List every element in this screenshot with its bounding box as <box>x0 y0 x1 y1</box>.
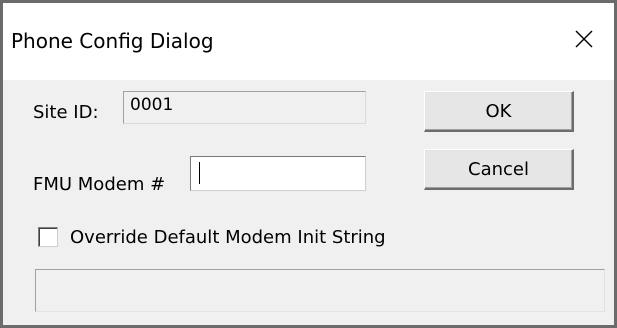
text-caret <box>199 162 200 184</box>
close-icon <box>575 30 593 48</box>
override-checkbox-label[interactable]: Override Default Modem Init String <box>70 227 386 248</box>
cancel-button-label: Cancel <box>468 158 529 180</box>
override-checkbox[interactable] <box>38 227 58 247</box>
ok-button-label: OK <box>485 100 512 122</box>
init-string-field <box>35 269 605 312</box>
ok-button[interactable]: OK <box>424 91 574 132</box>
dialog-body: Site ID: 0001 FMU Modem # OK Cancel Over… <box>3 80 614 325</box>
site-id-label: Site ID: <box>33 102 99 123</box>
site-id-value: 0001 <box>130 95 174 115</box>
title-bar: Phone Config Dialog <box>3 3 614 80</box>
cancel-button[interactable]: Cancel <box>424 149 574 190</box>
close-button[interactable] <box>562 17 606 61</box>
site-id-field: 0001 <box>123 91 366 124</box>
phone-config-dialog: Phone Config Dialog Site ID: 0001 FMU Mo… <box>0 0 617 328</box>
dialog-title: Phone Config Dialog <box>11 29 214 53</box>
fmu-modem-input[interactable] <box>190 156 366 191</box>
fmu-modem-label: FMU Modem # <box>33 174 166 195</box>
